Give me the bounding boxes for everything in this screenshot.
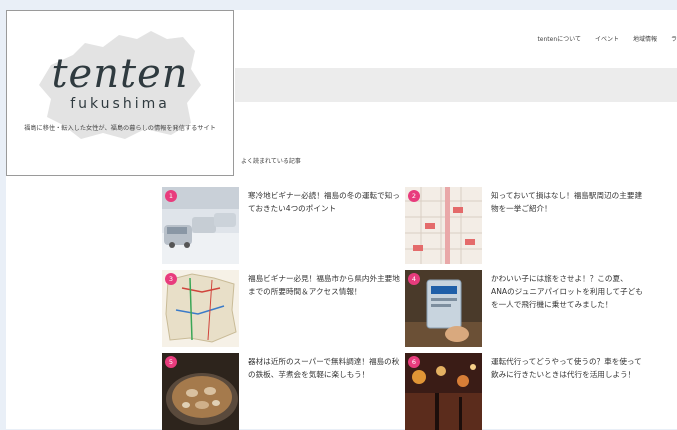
article-title-2[interactable]: 知っておいて損はなし！福島駅周辺の主要建物を一挙ご紹介！ [491, 189, 643, 215]
article-title-5[interactable]: 器材は近所のスーパーで無料調達！福島の秋の鉄板、芋煮会を気軽に楽しもう！ [248, 355, 400, 381]
logo-subtitle: fukushima [70, 96, 170, 112]
nav-item-event[interactable]: イベント [595, 34, 619, 43]
article-thumbnail-1[interactable]: 1 [162, 187, 239, 264]
article-thumbnail-6[interactable]: 6 [405, 353, 482, 430]
article-title-3[interactable]: 福島ビギナー必見！福島市から県内外主要地までの所要時間＆アクセス情報！ [248, 272, 400, 298]
rank-badge-6: 6 [408, 356, 420, 368]
nav-item-about[interactable]: tentenについて [537, 34, 581, 43]
article-title-1[interactable]: 寒冷地ビギナー必読！福島の冬の運転で知っておきたい4つのポイント [248, 189, 400, 215]
logo-wordmark: tenten [51, 51, 189, 97]
article-card-4[interactable]: 4 かわいい子には旅をさせよ！？この夏、ANAのジュニアパイロットを利用して子ど… [405, 270, 645, 348]
rank-badge-2: 2 [408, 190, 420, 202]
article-thumbnail-4[interactable]: 4 [405, 270, 482, 347]
nav-item-local-info[interactable]: 地域情報 [633, 34, 657, 43]
rank-badge-1: 1 [165, 190, 177, 202]
popular-articles-heading: よく読まれている記事 [241, 158, 301, 165]
article-card-5[interactable]: 5 器材は近所のスーパーで無料調達！福島の秋の鉄板、芋煮会を気軽に楽しもう！ [162, 353, 402, 430]
site-logo[interactable]: tenten fukushima 福島に移住・転入した女性が、福島の暮らしの情報… [6, 10, 234, 176]
nav-item-more[interactable]: ラ [671, 34, 677, 43]
article-card-1[interactable]: 1 寒冷地ビギナー必読！福島の冬の運転で知っておきたい4つのポイント [162, 187, 402, 265]
article-thumbnail-2[interactable]: 2 [405, 187, 482, 264]
header-band [235, 68, 677, 102]
rank-badge-3: 3 [165, 273, 177, 285]
article-title-6[interactable]: 運転代行ってどうやって使うの？車を使って飲みに行きたいときは代行を活用しよう！ [491, 355, 643, 381]
article-thumbnail-5[interactable]: 5 [162, 353, 239, 430]
header-nav: tentenについて イベント 地域情報 ラ [537, 34, 677, 43]
rank-badge-5: 5 [165, 356, 177, 368]
rank-badge-4: 4 [408, 273, 420, 285]
article-card-3[interactable]: 3 福島ビギナー必見！福島市から県内外主要地までの所要時間＆アクセス情報！ [162, 270, 402, 348]
article-card-6[interactable]: 6 運転代行ってどうやって使うの？車を使って飲みに行きたいときは代行を活用しよう… [405, 353, 645, 430]
article-thumbnail-3[interactable]: 3 [162, 270, 239, 347]
site-tagline: 福島に移住・転入した女性が、福島の暮らしの情報を発信するサイト [24, 125, 216, 132]
article-card-2[interactable]: 2 知っておいて損はなし！福島駅周辺の主要建物を一挙ご紹介！ [405, 187, 645, 265]
article-title-4[interactable]: かわいい子には旅をさせよ！？この夏、ANAのジュニアパイロットを利用して子どもを… [491, 272, 643, 311]
